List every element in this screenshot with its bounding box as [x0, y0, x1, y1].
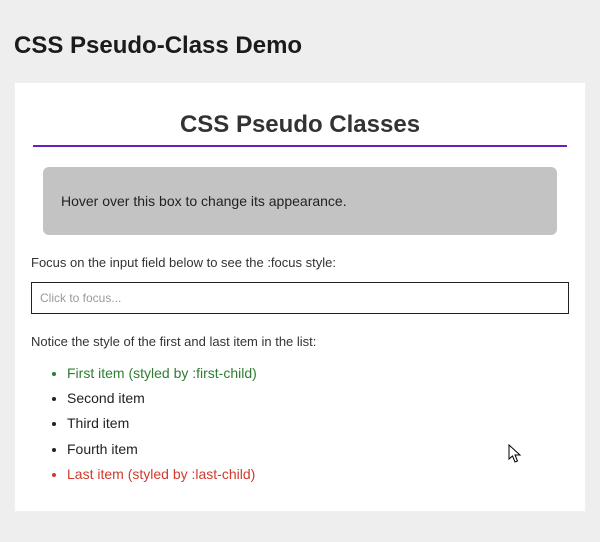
hover-box[interactable]: Hover over this box to change its appear… [43, 167, 557, 235]
panel-heading: CSS Pseudo Classes [27, 103, 573, 145]
list-item: Third item [67, 411, 569, 436]
focus-instruction: Focus on the input field below to see th… [31, 255, 569, 270]
demo-panel: CSS Pseudo Classes Hover over this box t… [14, 82, 586, 512]
heading-underline [33, 145, 567, 147]
list-item: First item (styled by :first-child) [67, 361, 569, 386]
list-item: Last item (styled by :last-child) [67, 462, 569, 487]
list-item: Second item [67, 386, 569, 411]
page-root: CSS Pseudo-Class Demo CSS Pseudo Classes… [0, 0, 600, 526]
hover-box-text: Hover over this box to change its appear… [61, 193, 347, 209]
focus-input[interactable] [31, 282, 569, 314]
list-instruction: Notice the style of the first and last i… [31, 334, 569, 349]
page-title: CSS Pseudo-Class Demo [14, 32, 586, 60]
list-item: Fourth item [67, 437, 569, 462]
demo-list: First item (styled by :first-child) Seco… [49, 361, 569, 487]
